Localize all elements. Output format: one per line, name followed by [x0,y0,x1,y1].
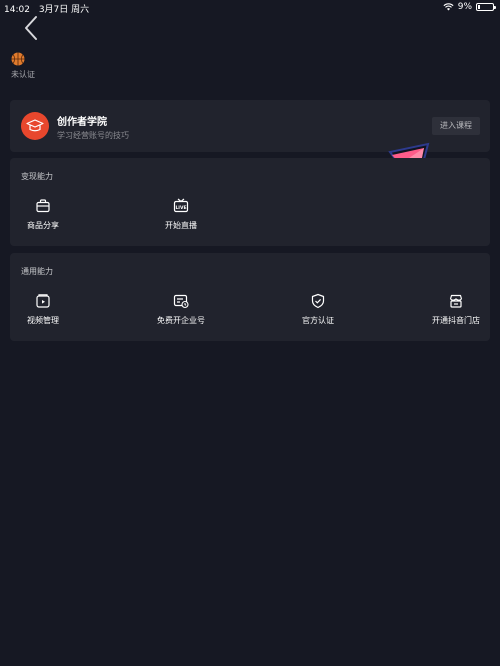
video-management-item[interactable]: 视频管理 [3,293,83,329]
shield-check-icon [311,293,325,309]
academy-title: 创作者学院 [57,117,107,128]
monetize-section: 变现能力 商品分享 LIVE 开始直播 [10,158,490,246]
status-left: 14:02 3月7日 周六 [4,2,95,15]
start-live-item[interactable]: LIVE 开始直播 [141,198,221,234]
svg-text:LIVE: LIVE [175,205,186,211]
free-enterprise-item[interactable]: 免费开企业号 [141,293,221,329]
store-icon [449,294,463,308]
official-verification-label: 官方认证 [302,316,334,325]
academy-logo [21,112,49,140]
graduation-cap-icon [26,119,44,132]
shopping-bag-icon [36,199,50,213]
academy-subtitle: 学习经营账号的技巧 [57,131,129,140]
battery-icon [476,3,496,11]
video-management-label: 视频管理 [27,316,59,325]
video-folder-icon [36,294,50,308]
open-store-item[interactable]: 开通抖音门店 [416,293,496,329]
battery-percent: 9% [457,2,472,12]
product-share-item[interactable]: 商品分享 [3,198,83,234]
product-share-label: 商品分享 [27,221,59,230]
start-live-label: 开始直播 [165,221,197,230]
basketball-icon [11,52,25,66]
general-section: 通用能力 视频管理 免费开企业号 官方认证 开通抖音门店 [10,253,490,341]
live-tv-icon: LIVE [173,198,189,213]
enter-course-button[interactable]: 进入课程 [432,117,480,135]
open-store-label: 开通抖音门店 [432,316,480,325]
official-verification-item[interactable]: 官方认证 [278,293,358,329]
verification-status[interactable]: 未认证 [11,69,35,80]
back-chevron-icon[interactable] [20,14,44,42]
monetize-title: 变现能力 [21,172,53,181]
status-right: 9% [443,2,496,12]
enterprise-card-icon [173,294,189,309]
general-title: 通用能力 [21,267,53,276]
status-date: 3月7日 周六 [38,5,90,15]
free-enterprise-label: 免费开企业号 [157,316,205,325]
status-bar: 14:02 3月7日 周六 9% [0,0,500,15]
wifi-icon [443,3,454,11]
